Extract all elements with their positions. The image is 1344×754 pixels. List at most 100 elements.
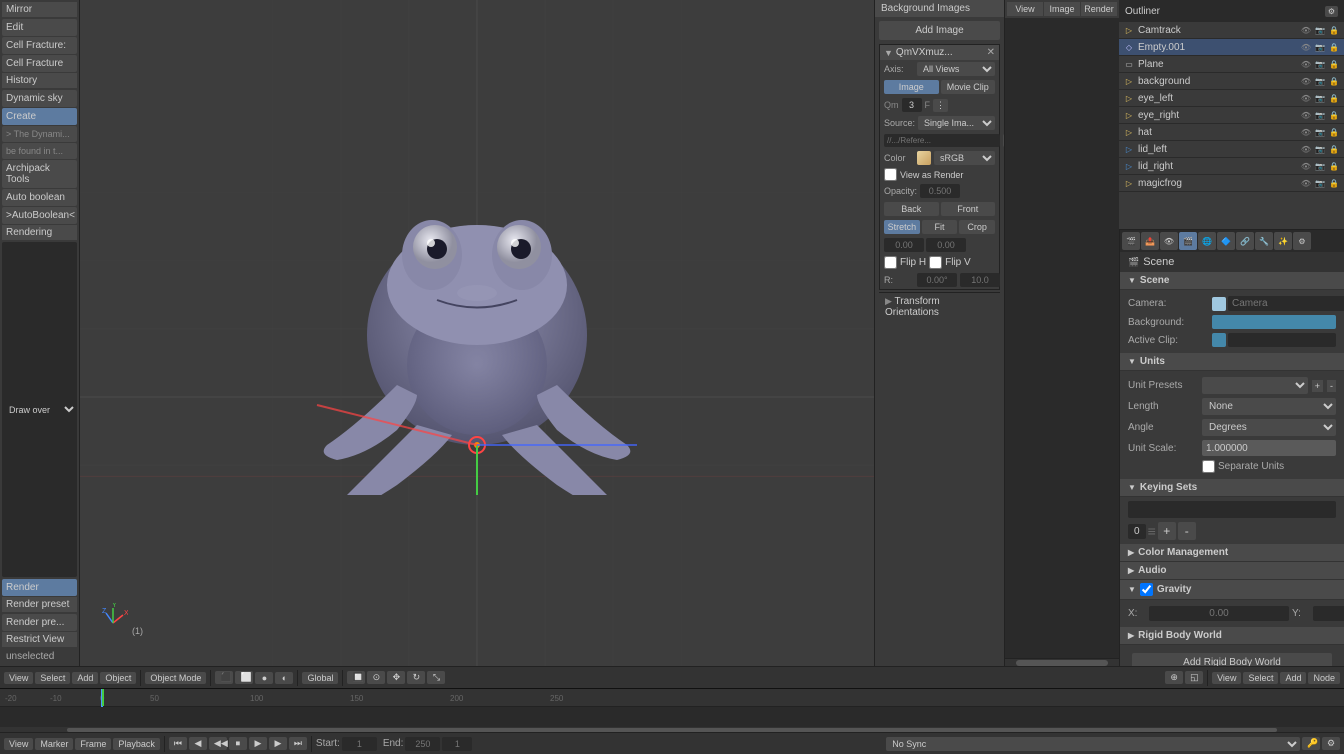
cell-fracture-btn[interactable]: Cell Fracture: [2, 55, 77, 72]
timeline-scroll-thumb[interactable]: [67, 728, 1277, 732]
unit-presets-remove-btn[interactable]: -: [1327, 380, 1336, 392]
p-tab-modifier[interactable]: 🔧: [1255, 232, 1273, 250]
eyeright-lock-btn[interactable]: 🔒: [1328, 110, 1340, 121]
stretch-btn[interactable]: Stretch: [884, 220, 920, 234]
camtrack-cam-btn[interactable]: 📷: [1314, 25, 1326, 36]
camtrack-vis-btn[interactable]: 👁: [1300, 25, 1312, 36]
snap-btn[interactable]: 🔲: [347, 671, 365, 684]
eyeleft-vis-btn[interactable]: 👁: [1300, 93, 1312, 104]
empty001-lock-btn[interactable]: 🔒: [1328, 42, 1340, 53]
add-toolbar-btn[interactable]: Add: [72, 672, 98, 684]
timeline-track[interactable]: [0, 707, 1344, 732]
eyeleft-cam-btn[interactable]: 📷: [1314, 93, 1326, 104]
move-btn[interactable]: ✥: [387, 671, 405, 684]
obj-item-background[interactable]: ▷ background 👁 📷 🔒: [1119, 73, 1344, 90]
num-field-2[interactable]: [926, 238, 966, 252]
next-frame-btn[interactable]: ▶: [269, 737, 287, 750]
plane-lock-btn[interactable]: 🔒: [1328, 59, 1340, 70]
select-toolbar-btn[interactable]: Select: [35, 672, 70, 684]
shading-solid-btn[interactable]: ⬛: [215, 671, 233, 684]
lidleft-lock-btn[interactable]: 🔒: [1328, 144, 1340, 155]
current-frame-input[interactable]: [442, 737, 472, 751]
flip-v-check[interactable]: [929, 256, 942, 269]
unit-presets-select[interactable]: [1202, 377, 1308, 394]
play-reverse-btn[interactable]: ◀◀: [209, 737, 227, 750]
lidright-lock-btn[interactable]: 🔒: [1328, 161, 1340, 172]
select2-btn[interactable]: Select: [1243, 672, 1278, 684]
render-btn[interactable]: Render: [2, 579, 77, 596]
mid-scrollbar[interactable]: [1005, 658, 1119, 666]
view-status-btn[interactable]: View: [4, 738, 33, 750]
obj-item-eyeright[interactable]: ▷ eye_right 👁 📷 🔒: [1119, 107, 1344, 124]
obj-item-lidleft[interactable]: ▷ lid_left 👁 📷 🔒: [1119, 141, 1344, 158]
unit-scale-bar[interactable]: 1.000000: [1202, 440, 1336, 456]
keying-add-btn[interactable]: +: [1158, 522, 1176, 540]
num-field-1[interactable]: [884, 238, 924, 252]
eyeright-vis-btn[interactable]: 👁: [1300, 110, 1312, 121]
gravity-y-input[interactable]: [1313, 606, 1344, 621]
image-btn[interactable]: Image: [1044, 2, 1080, 16]
filepath-input[interactable]: [884, 134, 1000, 147]
sync-select[interactable]: No Sync: [886, 737, 1300, 751]
object-toolbar-btn[interactable]: Object: [100, 672, 136, 684]
separate-units-check[interactable]: [1202, 460, 1215, 473]
magicfrog-cam-btn[interactable]: 📷: [1314, 178, 1326, 189]
camera-input[interactable]: [1228, 296, 1344, 311]
lidright-vis-btn[interactable]: 👁: [1300, 161, 1312, 172]
flip-h-check[interactable]: [884, 256, 897, 269]
render-btn[interactable]: Render: [1081, 2, 1117, 16]
separate-units-label[interactable]: Separate Units: [1202, 460, 1284, 473]
shading-wire-btn[interactable]: ⬜: [235, 671, 253, 684]
keying-input[interactable]: [1128, 501, 1336, 518]
obj-item-lidright[interactable]: ▷ lid_right 👁 📷 🔒: [1119, 158, 1344, 175]
obj-item-empty001[interactable]: ◇ Empty.001 👁 📷 🔒: [1119, 39, 1344, 56]
hat-vis-btn[interactable]: 👁: [1300, 127, 1312, 138]
p-tab-particles[interactable]: ✨: [1274, 232, 1292, 250]
background-color-swatch[interactable]: [1212, 315, 1336, 329]
auto-boolean-btn[interactable]: Auto boolean: [2, 189, 77, 206]
magicfrog-vis-btn[interactable]: 👁: [1300, 178, 1312, 189]
image-tab[interactable]: Image: [884, 80, 939, 94]
view-as-render-check[interactable]: [884, 168, 897, 181]
timeline-scrollbar[interactable]: [0, 727, 1344, 732]
units-section-header[interactable]: ▼ Units: [1120, 353, 1344, 371]
crop-btn[interactable]: Crop: [959, 220, 995, 234]
r-input[interactable]: [917, 273, 957, 287]
hat-cam-btn[interactable]: 📷: [1314, 127, 1326, 138]
p-tab-constraint[interactable]: 🔗: [1236, 232, 1254, 250]
axis-select[interactable]: All Views: [917, 62, 995, 76]
p-tab-render[interactable]: 🎬: [1122, 232, 1140, 250]
add-rigid-body-btn[interactable]: Add Rigid Body World: [1132, 653, 1332, 666]
qm-extra-btn[interactable]: ⋮: [933, 99, 948, 112]
lidleft-vis-btn[interactable]: 👁: [1300, 144, 1312, 155]
x2-input[interactable]: [960, 273, 1000, 287]
scene-section-header[interactable]: ▼ Scene: [1120, 272, 1344, 290]
keying-btn[interactable]: 🔑: [1302, 737, 1320, 750]
start-frame-input[interactable]: [342, 737, 377, 751]
obj-item-plane[interactable]: ▭ Plane 👁 📷 🔒: [1119, 56, 1344, 73]
shading-render-btn[interactable]: ◐: [275, 672, 293, 684]
prev-frame-btn[interactable]: ◀: [189, 737, 207, 750]
obj-item-camtrack[interactable]: ▷ Camtrack 👁 📷 🔒: [1119, 22, 1344, 39]
front-btn[interactable]: Front: [941, 202, 996, 216]
overlay-btn[interactable]: ⊕: [1165, 671, 1183, 684]
mode-btn[interactable]: Object Mode: [145, 672, 206, 684]
qmvx-close-btn[interactable]: ✕: [987, 47, 995, 58]
add2-btn[interactable]: Add: [1280, 672, 1306, 684]
plane-vis-btn[interactable]: 👁: [1300, 59, 1312, 70]
bg-cam-btn[interactable]: 📷: [1314, 76, 1326, 87]
empty001-vis-btn[interactable]: 👁: [1300, 42, 1312, 53]
opacity-input[interactable]: [920, 184, 960, 198]
rigid-body-world-header[interactable]: ▶ Rigid Body World: [1120, 627, 1344, 645]
shading-mat-btn[interactable]: ●: [255, 672, 273, 684]
obj-item-eyeleft[interactable]: ▷ eye_left 👁 📷 🔒: [1119, 90, 1344, 107]
keying-remove-btn[interactable]: -: [1178, 522, 1196, 540]
magicfrog-lock-btn[interactable]: 🔒: [1328, 178, 1340, 189]
autoboolean-btn[interactable]: >AutoBoolean<: [2, 207, 77, 224]
back-btn[interactable]: Back: [884, 202, 939, 216]
camtrack-lock-btn[interactable]: 🔒: [1328, 25, 1340, 36]
draw-over-select[interactable]: Draw over: [2, 242, 77, 577]
unit-presets-add-btn[interactable]: +: [1312, 380, 1323, 392]
next-keyframe-btn[interactable]: ⏭: [289, 737, 307, 750]
p-tab-obj[interactable]: 🔷: [1217, 232, 1235, 250]
